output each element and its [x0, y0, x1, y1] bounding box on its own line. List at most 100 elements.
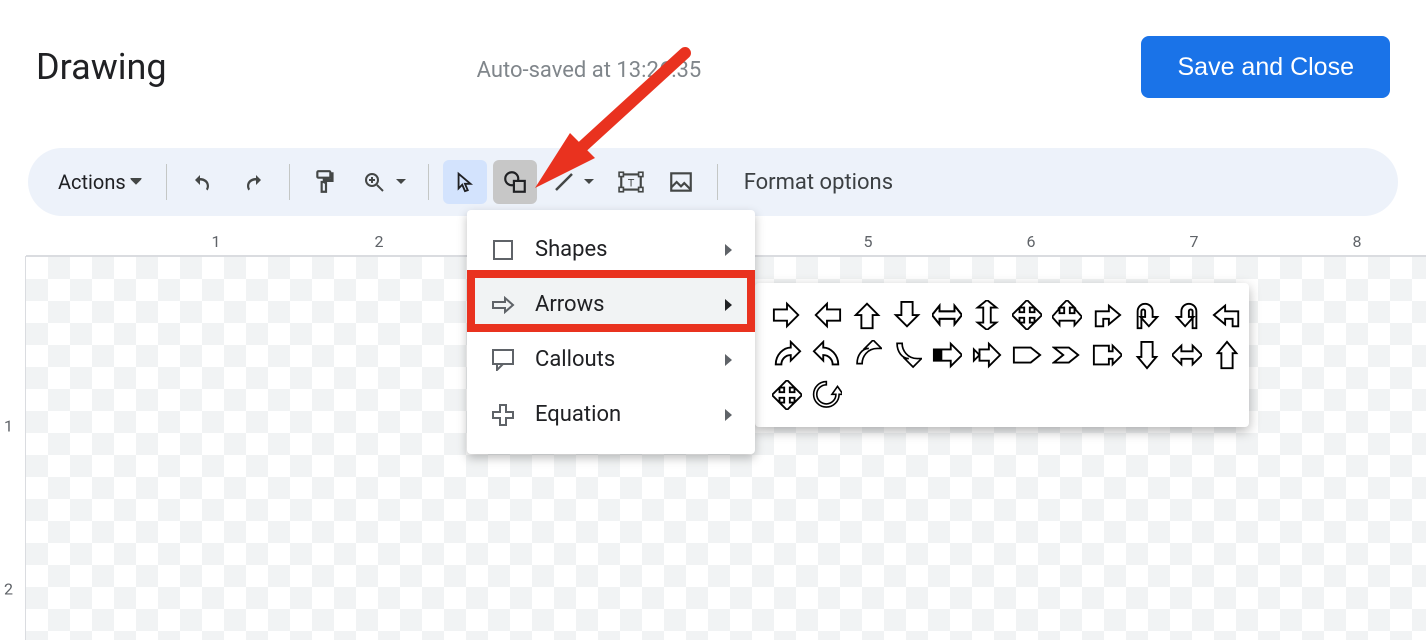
zoom-button[interactable] [354, 160, 414, 204]
ruler-number: 6 [1027, 232, 1036, 251]
menu-item-label: Shapes [535, 237, 608, 262]
tri-left-right-up-icon [1052, 300, 1082, 330]
arrow-shape-quad-arrow[interactable] [1009, 297, 1045, 333]
toolbar-separator [166, 164, 167, 200]
arrow-shape-striped-right[interactable] [929, 337, 965, 373]
svg-text:T: T [627, 177, 634, 189]
paint-roller-icon [313, 169, 339, 195]
curved-down-icon [892, 340, 922, 370]
arrow-shape-up-callout[interactable] [1209, 337, 1245, 373]
arrows-submenu [755, 283, 1249, 427]
zoom-icon [362, 170, 386, 194]
image-icon [668, 169, 694, 195]
ruler-number: 1 [4, 417, 13, 436]
arrow-right-icon [489, 296, 517, 314]
menu-item-label: Callouts [535, 347, 615, 372]
arrow-shape-curved-down[interactable] [889, 337, 925, 373]
ruler-number: 7 [1190, 232, 1199, 251]
arrow-shape-circular-arrow[interactable] [809, 377, 845, 413]
paint-format-button[interactable] [304, 160, 348, 204]
menu-item-shapes[interactable]: Shapes [467, 222, 755, 277]
redo-button[interactable] [231, 160, 275, 204]
actions-menu-button[interactable]: Actions [48, 160, 152, 204]
chevron-icon [1052, 340, 1082, 370]
arrow-shape-right-callout[interactable] [1089, 337, 1125, 373]
caret-down-icon [130, 178, 142, 186]
line-icon [552, 170, 576, 194]
submenu-arrow-icon [725, 347, 733, 372]
format-options-button[interactable]: Format options [744, 170, 893, 195]
cursor-icon [454, 171, 476, 193]
up-arrow-icon [852, 300, 882, 330]
arrow-shape-bent-right[interactable] [1089, 297, 1125, 333]
submenu-arrow-icon [725, 402, 733, 427]
shape-dropdown-menu: Shapes Arrows Callouts Equation [467, 210, 755, 454]
menu-item-arrows[interactable]: Arrows [467, 277, 755, 332]
left-bent-icon [1212, 300, 1242, 330]
arrow-shape-up-arrow[interactable] [849, 297, 885, 333]
arrow-shape-left-bent[interactable] [1209, 297, 1245, 333]
notched-right-icon [972, 340, 1002, 370]
curved-right-icon [772, 340, 802, 370]
arrow-shape-quad-callout[interactable] [769, 377, 805, 413]
submenu-arrow-icon [725, 292, 733, 317]
actions-label: Actions [58, 170, 126, 194]
arrow-shape-left-right-callout[interactable] [1169, 337, 1205, 373]
arrow-shape-up-down-arrow[interactable] [969, 297, 1005, 333]
curved-left-icon [812, 340, 842, 370]
arrow-shape-chevron[interactable] [1049, 337, 1085, 373]
ruler-number: 5 [864, 232, 873, 251]
toolbar-separator [717, 164, 718, 200]
striped-right-icon [932, 340, 962, 370]
undo-button[interactable] [181, 160, 225, 204]
right-callout-icon [1092, 340, 1122, 370]
arrow-shape-notched-right[interactable] [969, 337, 1005, 373]
ruler-number: 2 [4, 580, 13, 599]
square-icon [489, 240, 517, 260]
ruler-number: 1 [212, 232, 221, 251]
menu-item-label: Arrows [535, 292, 604, 317]
ruler-number: 8 [1353, 232, 1362, 251]
arrow-shape-down-callout[interactable] [1129, 337, 1165, 373]
left-u-turn-icon [1172, 300, 1202, 330]
left-right-arrow-icon [932, 300, 962, 330]
quad-callout-icon [772, 380, 802, 410]
arrow-shape-curved-left[interactable] [809, 337, 845, 373]
arrow-shape-u-turn[interactable] [1129, 297, 1165, 333]
arrow-shape-left-right-arrow[interactable] [929, 297, 965, 333]
textbox-tool-button[interactable]: T [609, 160, 653, 204]
image-tool-button[interactable] [659, 160, 703, 204]
down-arrow-icon [892, 300, 922, 330]
arrow-shape-left-arrow[interactable] [809, 297, 845, 333]
toolbar-separator [289, 164, 290, 200]
submenu-arrow-icon [725, 237, 733, 262]
select-tool-button[interactable] [443, 160, 487, 204]
caret-down-icon [584, 179, 594, 185]
shape-tool-button[interactable] [493, 160, 537, 204]
pentagon-icon [1012, 340, 1042, 370]
redo-icon [241, 170, 265, 194]
right-arrow-icon [772, 300, 802, 330]
callout-icon [489, 349, 517, 371]
left-arrow-icon [812, 300, 842, 330]
arrow-shape-tri-left-right-up[interactable] [1049, 297, 1085, 333]
bent-right-icon [1092, 300, 1122, 330]
arrow-shape-pentagon[interactable] [1009, 337, 1045, 373]
ruler-number: 2 [375, 232, 384, 251]
autosave-status: Auto-saved at 13:26:35 [477, 58, 702, 83]
quad-arrow-icon [1012, 300, 1042, 330]
left-right-callout-icon [1172, 340, 1202, 370]
up-callout-icon [1212, 340, 1242, 370]
circular-arrow-icon [812, 380, 842, 410]
line-tool-button[interactable] [543, 160, 603, 204]
arrow-shape-curved-up[interactable] [849, 337, 885, 373]
arrow-shape-curved-right[interactable] [769, 337, 805, 373]
menu-item-equation[interactable]: Equation [467, 387, 755, 442]
arrow-shape-right-arrow[interactable] [769, 297, 805, 333]
arrow-shape-left-u-turn[interactable] [1169, 297, 1205, 333]
textbox-icon: T [618, 169, 644, 195]
arrow-shape-down-arrow[interactable] [889, 297, 925, 333]
menu-item-callouts[interactable]: Callouts [467, 332, 755, 387]
save-and-close-button[interactable]: Save and Close [1141, 36, 1390, 98]
u-turn-icon [1132, 300, 1162, 330]
